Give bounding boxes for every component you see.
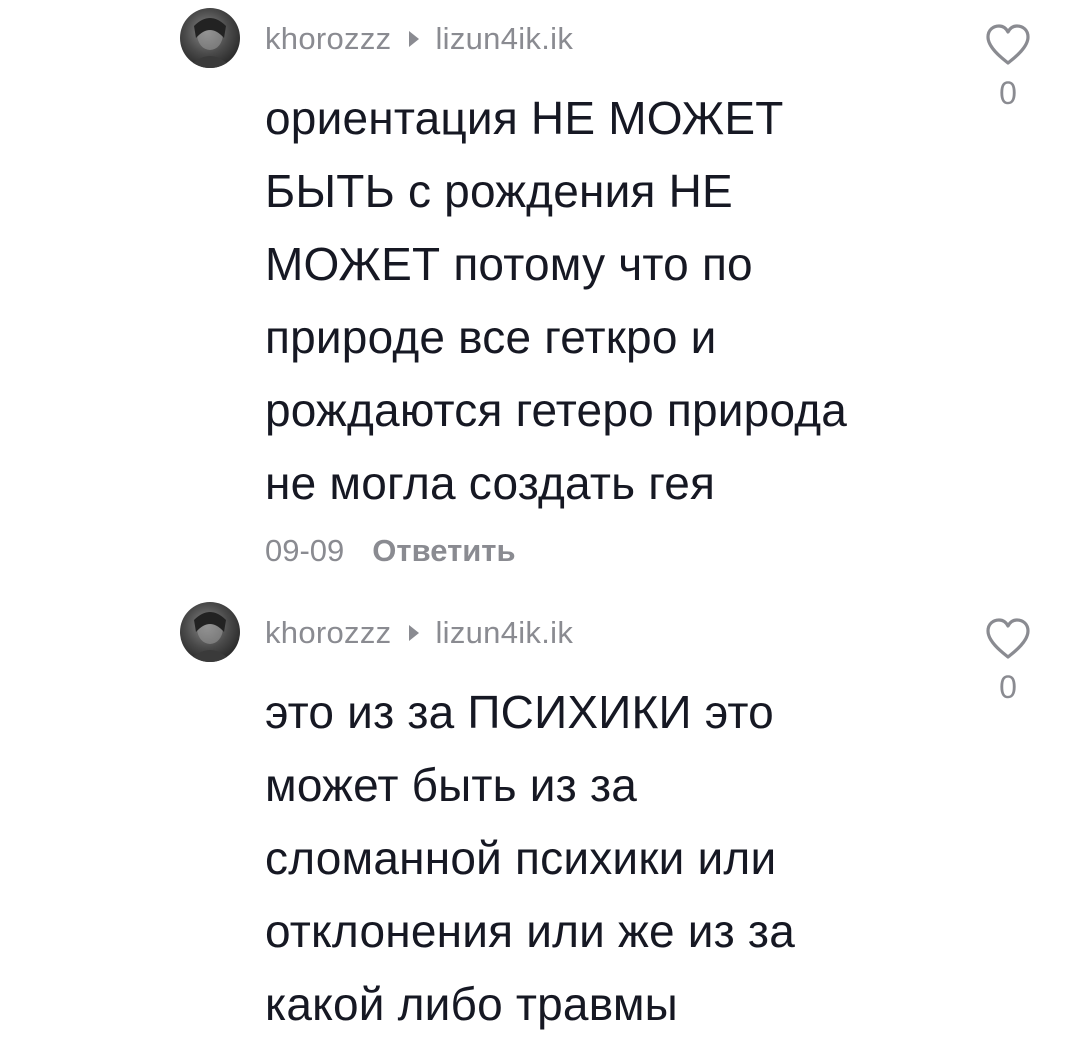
reply-button[interactable]: Ответить	[372, 533, 515, 569]
comment-item: khorozzz lizun4ik.ik это из за ПСИХИКИ э…	[0, 590, 1080, 1041]
heart-icon	[986, 24, 1030, 65]
reply-to-username[interactable]: lizun4ik.ik	[435, 21, 573, 57]
avatar[interactable]	[180, 602, 240, 662]
comment-header: khorozzz lizun4ik.ik	[265, 613, 573, 653]
user-avatar-icon	[188, 612, 232, 662]
comment-text: ориентация НЕ МОЖЕТ БЫТЬ с рождения НЕ М…	[265, 92, 848, 509]
like-count: 0	[999, 669, 1017, 705]
reply-to-username[interactable]: lizun4ik.ik	[435, 615, 573, 651]
like-count: 0	[999, 75, 1017, 111]
like-button[interactable]: 0	[980, 23, 1036, 112]
comment-text: это из за ПСИХИКИ это может быть из за с…	[265, 686, 795, 1030]
like-button[interactable]: 0	[980, 617, 1036, 706]
comment-username[interactable]: khorozzz	[265, 615, 391, 651]
comment-footer: 09-09 Ответить	[265, 533, 516, 569]
reply-arrow-icon	[409, 31, 420, 47]
comment-item: khorozzz lizun4ik.ik ориентация НЕ МОЖЕТ…	[0, 0, 1080, 590]
avatar[interactable]	[180, 8, 240, 68]
comment-date: 09-09	[265, 533, 345, 568]
reply-arrow-icon	[409, 625, 420, 641]
comment-header: khorozzz lizun4ik.ik	[265, 19, 573, 59]
heart-icon	[986, 618, 1030, 659]
comment-username[interactable]: khorozzz	[265, 21, 391, 57]
user-avatar-icon	[188, 18, 232, 68]
